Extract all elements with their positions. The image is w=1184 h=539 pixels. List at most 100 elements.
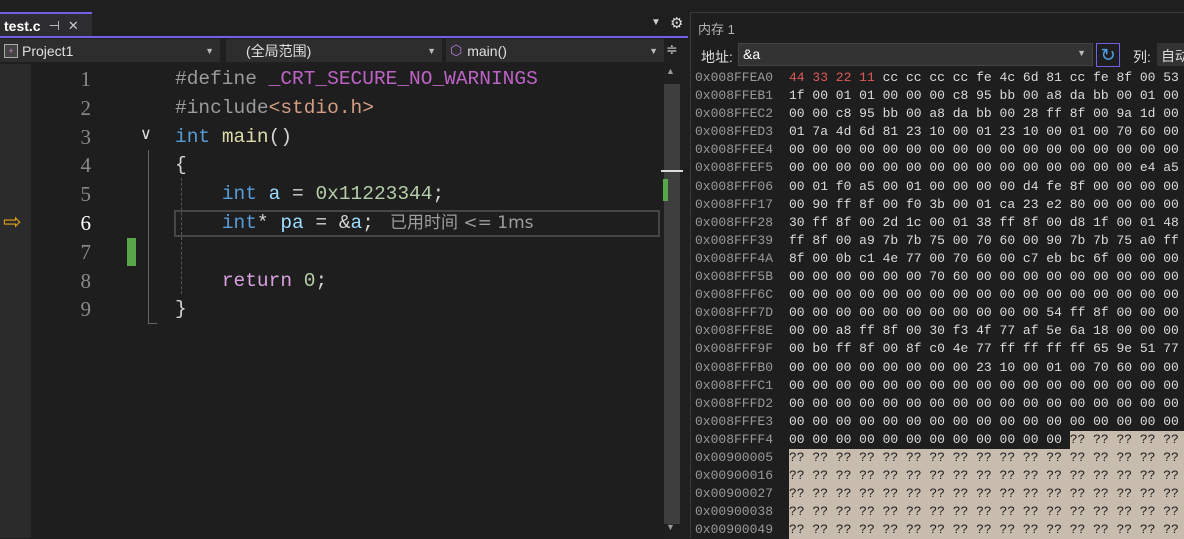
memory-byte[interactable]: ?? [1139,485,1164,504]
memory-byte[interactable]: 6d [1023,69,1046,87]
memory-byte[interactable]: d8 [1070,214,1093,232]
memory-byte[interactable]: 00 [859,141,882,159]
memory-byte[interactable]: 00 [859,359,882,377]
memory-byte[interactable]: bb [883,105,906,123]
memory-byte[interactable]: ?? [1022,467,1047,486]
memory-byte[interactable]: 60 [1140,123,1163,141]
memory-byte[interactable]: 00 [1000,413,1023,431]
memory-byte[interactable]: 00 [976,159,999,177]
memory-byte[interactable]: 00 [1140,395,1163,413]
memory-byte[interactable]: 00 [1046,431,1069,449]
memory-byte[interactable]: 8f [1023,214,1046,232]
memory-byte[interactable]: ?? [1069,430,1094,449]
memory-byte[interactable]: 00 [1000,286,1023,304]
memory-byte[interactable]: 18 [1093,322,1116,340]
memory-byte[interactable]: ?? [1069,521,1094,539]
memory-byte[interactable]: ?? [976,485,1000,504]
memory-byte[interactable]: 00 [789,178,812,196]
memory-byte[interactable]: 00 [1163,268,1184,286]
memory-byte[interactable]: 00 [976,395,999,413]
memory-byte[interactable]: ff [1000,340,1023,358]
memory-byte[interactable]: 80 [1070,196,1093,214]
memory-byte[interactable]: 00 [929,304,952,322]
memory-byte[interactable]: 00 [859,413,882,431]
glyph-margin[interactable]: ⇨ [0,64,31,538]
memory-byte[interactable]: ?? [905,485,930,504]
memory-byte[interactable]: 00 [1093,123,1116,141]
scroll-down-icon[interactable]: ▼ [666,522,675,532]
memory-byte[interactable]: 70 [1116,123,1139,141]
memory-byte[interactable]: ?? [812,521,836,539]
memory-byte[interactable]: 00 [859,431,882,449]
memory-byte[interactable]: 00 [976,141,999,159]
memory-byte[interactable]: 1c [906,214,929,232]
memory-byte[interactable]: 00 [906,322,929,340]
pin-icon[interactable]: ⊣ [49,18,60,34]
code-line[interactable]: 5 int a = 0x11223344; [31,180,661,208]
memory-byte[interactable]: 00 [812,377,835,395]
memory-row[interactable]: 0x008FFEB1 1f 00 01 01 00 00 00 c8 95 bb 00 a8 da bb 00… [691,87,1184,105]
memory-byte[interactable]: 00 [812,304,835,322]
memory-byte[interactable]: 53 [1163,69,1184,87]
memory-byte[interactable]: c8 [836,105,859,123]
memory-row[interactable]: 0x008FFFC1 00 00 00 00 00 00 00 00 00 00 00 00 00 00 00… [691,377,1184,395]
memory-byte[interactable]: ?? [812,485,836,504]
memory-byte[interactable]: 00 [929,214,952,232]
memory-byte[interactable]: d4 [1023,178,1046,196]
memory-byte[interactable]: 9a [1116,105,1139,123]
memory-byte[interactable]: 77 [906,250,929,268]
memory-byte[interactable]: 30 [789,214,812,232]
memory-byte[interactable]: 44 [789,69,812,87]
memory-row[interactable]: 0x008FFF28 30 ff 8f 00 2d 1c 00 01 38 ff 8f 00 d8 1f 00… [691,214,1184,232]
memory-byte[interactable]: 00 [906,286,929,304]
memory-byte[interactable]: 00 [953,359,976,377]
editor-vertical-scrollbar[interactable]: ▲ ▼ [661,64,683,538]
memory-byte[interactable]: ff [1023,340,1046,358]
memory-byte[interactable]: 70 [1093,359,1116,377]
memory-byte[interactable]: 00 [812,87,835,105]
memory-byte[interactable]: 00 [789,340,812,358]
code-area[interactable]: ∨ 1 #define _CRT_SECURE_NO_WARNINGS 2 #incl… [31,64,661,538]
memory-bytes[interactable]: 00 00 00 00 00 00 00 00 00 00 00 00 00 00 00 00 00 [789,395,1184,413]
memory-byte[interactable]: 8f [859,196,882,214]
memory-byte[interactable]: ff [1000,214,1023,232]
memory-byte[interactable]: 3b [929,196,952,214]
memory-byte[interactable]: ?? [905,467,930,486]
memory-byte[interactable]: cc [883,69,906,87]
memory-row[interactable]: 0x00900027??????????????????????????????… [691,485,1184,504]
memory-byte[interactable]: 00 [1140,141,1163,159]
memory-byte[interactable]: 00 [1140,268,1163,286]
memory-byte[interactable]: 00 [883,196,906,214]
memory-byte[interactable]: 00 [929,359,952,377]
memory-byte[interactable]: ?? [1022,503,1047,522]
memory-byte[interactable]: 00 [976,286,999,304]
memory-byte[interactable]: ?? [1022,485,1047,504]
memory-byte[interactable]: 00 [1070,359,1093,377]
memory-byte[interactable]: 00 [1116,250,1139,268]
memory-byte[interactable]: 00 [812,322,835,340]
memory-byte[interactable]: ?? [789,485,813,504]
memory-byte[interactable]: 38 [976,214,999,232]
memory-byte[interactable]: ?? [1116,521,1140,539]
memory-byte[interactable]: 00 [1023,286,1046,304]
memory-byte[interactable]: 00 [1163,250,1184,268]
memory-bytes[interactable]: 00 00 00 00 00 00 00 00 23 10 00 01 00 70 60 00 00 [789,359,1184,377]
memory-row[interactable]: 0x008FFF7D 00 00 00 00 00 00 00 00 00 00 00 54 ff 8f 00… [691,304,1184,322]
memory-byte[interactable]: 8f [859,340,882,358]
memory-byte[interactable]: 00 [1046,377,1069,395]
memory-byte[interactable]: 60 [1000,232,1023,250]
memory-byte[interactable]: 00 [953,304,976,322]
memory-byte[interactable]: 00 [1023,359,1046,377]
memory-byte[interactable]: 7a [812,123,835,141]
memory-byte[interactable]: 00 [1140,304,1163,322]
memory-byte[interactable]: 00 [1116,87,1139,105]
memory-byte[interactable]: ?? [952,467,977,486]
memory-byte[interactable]: ?? [1116,448,1140,467]
memory-byte[interactable]: 00 [883,159,906,177]
memory-byte[interactable]: 70 [953,250,976,268]
memory-byte[interactable]: 00 [929,431,952,449]
memory-byte[interactable]: ?? [929,467,953,486]
memory-byte[interactable]: 00 [1093,178,1116,196]
memory-byte[interactable]: 00 [859,395,882,413]
memory-byte[interactable]: a8 [929,105,952,123]
